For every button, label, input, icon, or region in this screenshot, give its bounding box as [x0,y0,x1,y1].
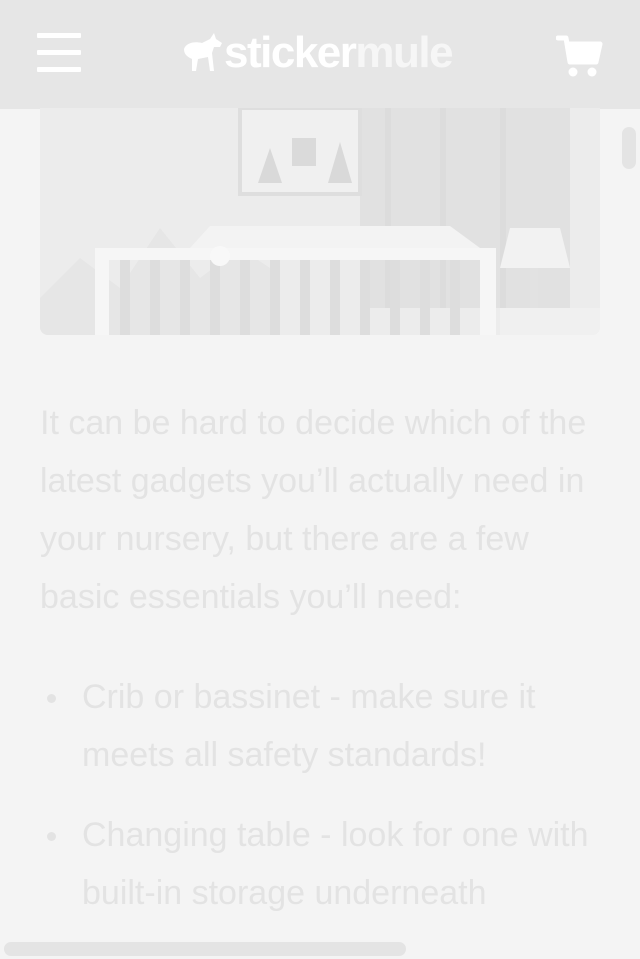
bullet-icon [47,832,56,841]
list-item: Changing table - look for one with built… [40,806,620,922]
logo-text-mule: mule [355,28,453,77]
nursery-crib-image [40,108,600,335]
mule-logo-icon [184,33,222,71]
sticker-mule-logo[interactable]: stickermule [180,28,454,78]
horizontal-scrollbar[interactable] [4,942,406,956]
article-intro-paragraph: It can be hard to decide which of the la… [40,404,587,616]
bullet-icon [47,694,56,703]
shopping-cart-icon[interactable] [555,34,604,78]
logo-text-sticker: sticker [224,28,357,77]
vertical-scrollbar[interactable] [622,127,636,169]
list-item: Crib or bassinet - make sure it meets al… [40,668,620,784]
list-item-text: Changing table - look for one with built… [82,816,589,912]
list-item-text: Crib or bassinet - make sure it meets al… [82,678,536,774]
hamburger-menu-icon[interactable] [37,33,81,73]
essentials-list: Crib or bassinet - make sure it meets al… [40,668,620,944]
top-navigation-bar: stickermule [0,0,640,109]
